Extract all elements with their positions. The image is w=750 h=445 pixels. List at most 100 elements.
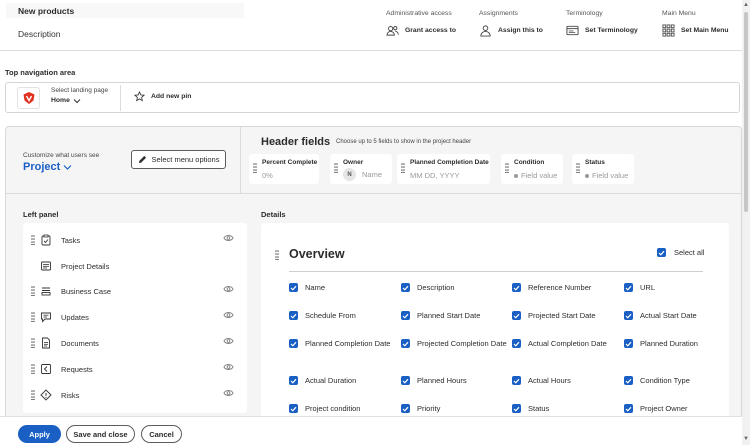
header-field-name: Condition xyxy=(514,159,545,166)
scroll-down-icon[interactable]: ▼ xyxy=(743,436,749,442)
eye-icon[interactable] xyxy=(223,337,234,345)
object-type-select[interactable]: Project xyxy=(23,161,72,173)
drag-handle-icon[interactable] xyxy=(31,312,35,322)
drag-handle-icon[interactable] xyxy=(31,338,35,348)
left-panel-item-tasks[interactable]: Tasks xyxy=(23,230,247,250)
header-field-name: Percent Complete xyxy=(262,159,318,166)
checkbox-checked-icon xyxy=(289,404,298,413)
field-label: Planned Start Date xyxy=(417,311,481,320)
header-field-card[interactable]: Owner N Name xyxy=(330,154,392,184)
header-field-card[interactable]: Condition Field value xyxy=(501,154,563,184)
save-and-close-button[interactable]: Save and close xyxy=(66,425,135,443)
checkbox-checked-icon xyxy=(624,311,633,320)
header-field-value-text: Name xyxy=(362,170,383,179)
drag-handle-icon[interactable] xyxy=(253,163,257,173)
checkbox-checked-icon xyxy=(512,311,521,320)
field-checkbox[interactable]: Actual Hours xyxy=(512,376,618,387)
field-checkbox[interactable]: Projected Completion Date xyxy=(401,339,507,350)
field-checkbox[interactable]: Schedule From xyxy=(289,311,395,322)
left-panel-item-requests[interactable]: Requests xyxy=(23,359,247,379)
select-menu-options-button[interactable]: Select menu options xyxy=(131,150,226,169)
checkbox-checked-icon xyxy=(401,283,410,292)
field-label: Actual Duration xyxy=(305,376,357,385)
header-field-card[interactable]: Status Field value xyxy=(572,154,634,184)
landing-page-logo[interactable] xyxy=(17,87,40,109)
title-input[interactable]: New products xyxy=(6,3,244,18)
field-checkbox[interactable]: Actual Start Date xyxy=(624,311,730,322)
drag-handle-icon[interactable] xyxy=(334,163,338,173)
field-checkbox[interactable]: Project condition xyxy=(289,404,395,415)
drag-handle-icon[interactable] xyxy=(31,235,35,245)
drag-handle-icon[interactable] xyxy=(31,286,35,296)
drag-handle-icon[interactable] xyxy=(401,163,405,173)
field-checkbox[interactable]: Reference Number xyxy=(512,283,618,294)
field-checkbox[interactable]: Actual Duration xyxy=(289,376,395,387)
header-fields-title: Header fields xyxy=(261,136,331,148)
setup-header: New products Description Administrative … xyxy=(0,0,742,55)
drag-handle-icon[interactable] xyxy=(275,250,279,260)
apply-button[interactable]: Apply xyxy=(18,425,61,443)
left-panel-item-documents[interactable]: Documents xyxy=(23,333,247,353)
scrollbar-thumb[interactable] xyxy=(744,12,748,212)
field-checkbox[interactable]: Description xyxy=(401,283,507,294)
left-panel-item-updates[interactable]: Updates xyxy=(23,307,247,327)
left-panel-item-project-details[interactable]: Project Details xyxy=(23,256,247,276)
object-type-value: Project xyxy=(23,161,61,173)
grant-access-button[interactable]: Grant access to xyxy=(386,24,456,37)
header-field-card[interactable]: Percent Complete 0% xyxy=(249,154,319,184)
header-field-card[interactable]: Planned Completion Date MM DD, YYYY xyxy=(397,154,490,184)
field-checkbox[interactable]: Name xyxy=(289,283,395,294)
star-pin-icon xyxy=(134,91,145,102)
field-checkbox[interactable]: Planned Start Date xyxy=(401,311,507,322)
logo-icon xyxy=(23,92,34,104)
eye-icon[interactable] xyxy=(223,363,234,371)
checkbox-checked-icon xyxy=(401,311,410,320)
field-checkbox[interactable]: Actual Completion Date xyxy=(512,339,628,350)
overview-divider xyxy=(289,271,703,272)
header-field-value: Field value xyxy=(514,171,557,180)
drag-handle-icon[interactable] xyxy=(31,364,35,374)
field-checkbox[interactable]: Planned Hours xyxy=(401,376,507,387)
eye-icon[interactable] xyxy=(223,234,234,242)
select-all-label: Select all xyxy=(674,248,705,257)
eye-icon[interactable] xyxy=(223,285,234,293)
requests-icon xyxy=(41,364,51,374)
left-panel-item-business-case[interactable]: Business Case xyxy=(23,281,247,301)
eye-icon[interactable] xyxy=(223,311,234,319)
select-menu-options-label: Select menu options xyxy=(151,155,220,164)
eye-icon[interactable] xyxy=(223,389,234,397)
field-checkbox[interactable]: URL xyxy=(624,283,730,294)
set-terminology-button[interactable]: Set Terminology xyxy=(566,24,638,37)
field-checkbox[interactable]: Status xyxy=(512,404,618,415)
description-field[interactable]: Description xyxy=(18,29,61,39)
field-label: Project Owner xyxy=(640,404,688,413)
landing-page-select[interactable]: Home xyxy=(51,97,81,104)
header-field-value: MM DD, YYYY xyxy=(410,171,459,180)
assign-button[interactable]: Assign this to xyxy=(479,24,543,37)
tasks-icon xyxy=(41,234,51,246)
drag-handle-icon[interactable] xyxy=(31,390,35,400)
select-all-checkbox[interactable]: Select all xyxy=(657,248,704,257)
field-checkbox[interactable]: Planned Duration xyxy=(624,339,730,350)
cancel-button[interactable]: Cancel xyxy=(141,425,182,443)
checkbox-checked-icon xyxy=(289,339,298,348)
field-checkbox[interactable]: Projected Start Date xyxy=(512,311,618,322)
checkbox-checked-icon xyxy=(512,283,521,292)
scroll-up-icon[interactable]: ▲ xyxy=(743,2,749,8)
drag-handle-icon[interactable] xyxy=(505,163,509,173)
admin-access-column: Administrative access Grant access to xyxy=(386,10,456,36)
drag-handle-icon[interactable] xyxy=(576,163,580,173)
main-menu-column: Main Menu Set Main Menu xyxy=(662,10,729,37)
add-pin-button[interactable]: Add new pin xyxy=(134,91,191,102)
field-checkbox[interactable]: Priority xyxy=(401,404,507,415)
field-checkbox[interactable]: Planned Completion Date xyxy=(289,339,395,350)
field-label: Planned Completion Date xyxy=(305,339,391,348)
documents-icon xyxy=(42,337,50,349)
field-checkbox[interactable]: Project Owner xyxy=(624,404,730,415)
left-panel-item-risks[interactable]: Risks xyxy=(23,385,247,405)
header-field-value: 0% xyxy=(262,171,273,180)
field-label: Actual Completion Date xyxy=(528,339,607,348)
field-checkbox[interactable]: Condition Type xyxy=(624,376,730,387)
set-main-menu-button[interactable]: Set Main Menu xyxy=(662,24,729,37)
top-nav-separator xyxy=(120,85,121,111)
